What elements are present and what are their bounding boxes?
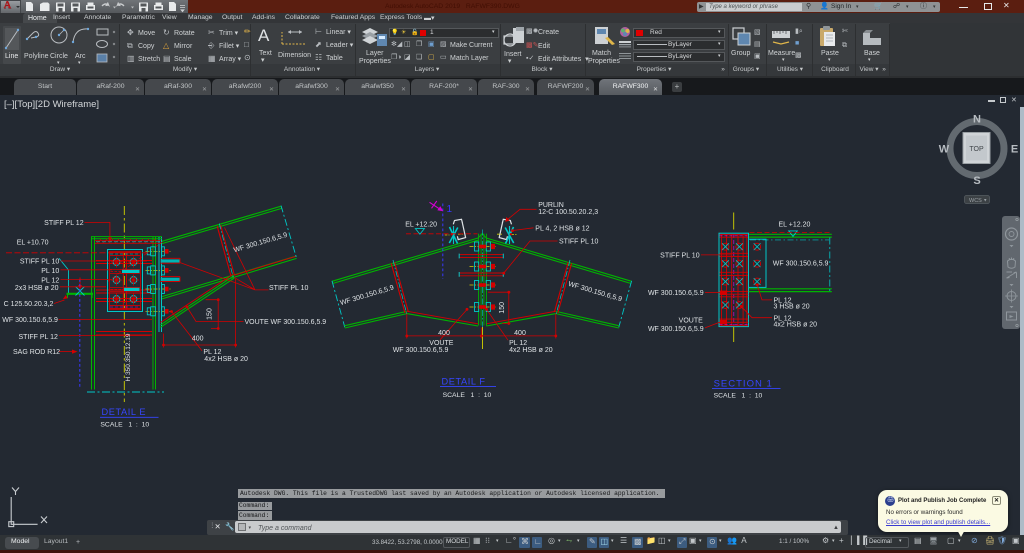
svg-text:3 HSB ø 20: 3 HSB ø 20 bbox=[774, 304, 810, 311]
svg-text:STIFF PL 12: STIFF PL 12 bbox=[18, 334, 58, 341]
svg-text:EL +12.20: EL +12.20 bbox=[405, 221, 437, 228]
svg-text:400: 400 bbox=[192, 335, 204, 342]
svg-text:DETAIL F: DETAIL F bbox=[442, 376, 486, 386]
svg-text:S: S bbox=[973, 175, 980, 187]
svg-text:WF 300.150.6,5.9: WF 300.150.6,5.9 bbox=[339, 284, 394, 307]
svg-text:4x2 HSB ø 20: 4x2 HSB ø 20 bbox=[774, 322, 818, 329]
svg-text:STIFF PL 10: STIFF PL 10 bbox=[20, 259, 60, 266]
svg-text:WF 300.150.6,5.9: WF 300.150.6,5.9 bbox=[648, 290, 704, 297]
svg-text:4x2 HSB ø 20: 4x2 HSB ø 20 bbox=[509, 347, 553, 354]
svg-text:STIFF PL 12: STIFF PL 12 bbox=[44, 220, 84, 227]
svg-text:SCALE 1 : 10: SCALE 1 : 10 bbox=[100, 421, 149, 428]
svg-text:PL 12: PL 12 bbox=[41, 277, 59, 284]
svg-text:4x2 HSB ø 20: 4x2 HSB ø 20 bbox=[204, 356, 248, 363]
svg-text:1: 1 bbox=[447, 204, 453, 215]
svg-text:E: E bbox=[1011, 144, 1018, 156]
svg-text:WF 300.150.6,5.9: WF 300.150.6,5.9 bbox=[2, 317, 58, 324]
svg-text:C 125.50.20.3,2: C 125.50.20.3,2 bbox=[4, 301, 54, 308]
svg-text:WCS: WCS bbox=[969, 198, 982, 204]
svg-text:WF 300.150.6,5.9: WF 300.150.6,5.9 bbox=[773, 261, 829, 268]
svg-text:STIFF PL 10: STIFF PL 10 bbox=[269, 285, 309, 292]
svg-text:EL +10.70: EL +10.70 bbox=[17, 240, 49, 247]
svg-text:VOUTE: VOUTE bbox=[679, 318, 703, 325]
svg-text:STIFF PL 10: STIFF PL 10 bbox=[559, 239, 599, 246]
svg-text:STIFF PL 10: STIFF PL 10 bbox=[660, 253, 700, 260]
svg-text:EL +12.20: EL +12.20 bbox=[779, 222, 811, 229]
svg-text:TOP: TOP bbox=[969, 146, 984, 153]
svg-text:SCALE 1 : 10: SCALE 1 : 10 bbox=[443, 392, 492, 399]
svg-text:WF 300.150.6,5.9: WF 300.150.6,5.9 bbox=[648, 326, 704, 333]
svg-text:12-C 100.50.20.2,3: 12-C 100.50.20.2,3 bbox=[538, 209, 598, 216]
svg-text:SCALE 1 : 10: SCALE 1 : 10 bbox=[714, 392, 763, 399]
svg-text:400: 400 bbox=[438, 330, 450, 337]
svg-text:N: N bbox=[973, 114, 981, 126]
svg-text:WF 300.150.6,5.9: WF 300.150.6,5.9 bbox=[393, 347, 449, 354]
svg-text:2x3 HSB ø 20: 2x3 HSB ø 20 bbox=[15, 285, 59, 292]
svg-text:H 350.350.12.19: H 350.350.12.19 bbox=[125, 333, 132, 381]
svg-text:SECTION 1: SECTION 1 bbox=[714, 378, 773, 389]
svg-text:150: 150 bbox=[499, 302, 506, 314]
svg-text:150: 150 bbox=[206, 308, 213, 320]
svg-text:WF 300.150.6,5.9: WF 300.150.6,5.9 bbox=[567, 281, 622, 304]
svg-text:VOUTE WF 300.150.6,5.9: VOUTE WF 300.150.6,5.9 bbox=[245, 319, 327, 326]
svg-text:WF 300.150.6,5.9: WF 300.150.6,5.9 bbox=[233, 232, 288, 255]
svg-text:PL 10: PL 10 bbox=[41, 268, 59, 275]
svg-text:W: W bbox=[939, 144, 950, 156]
svg-text:PL 4, 2 HSB ø 12: PL 4, 2 HSB ø 12 bbox=[535, 226, 589, 233]
svg-text:SAG ROD R12: SAG ROD R12 bbox=[13, 349, 60, 356]
svg-text:DETAIL E: DETAIL E bbox=[102, 407, 147, 417]
svg-text:400: 400 bbox=[514, 330, 526, 337]
